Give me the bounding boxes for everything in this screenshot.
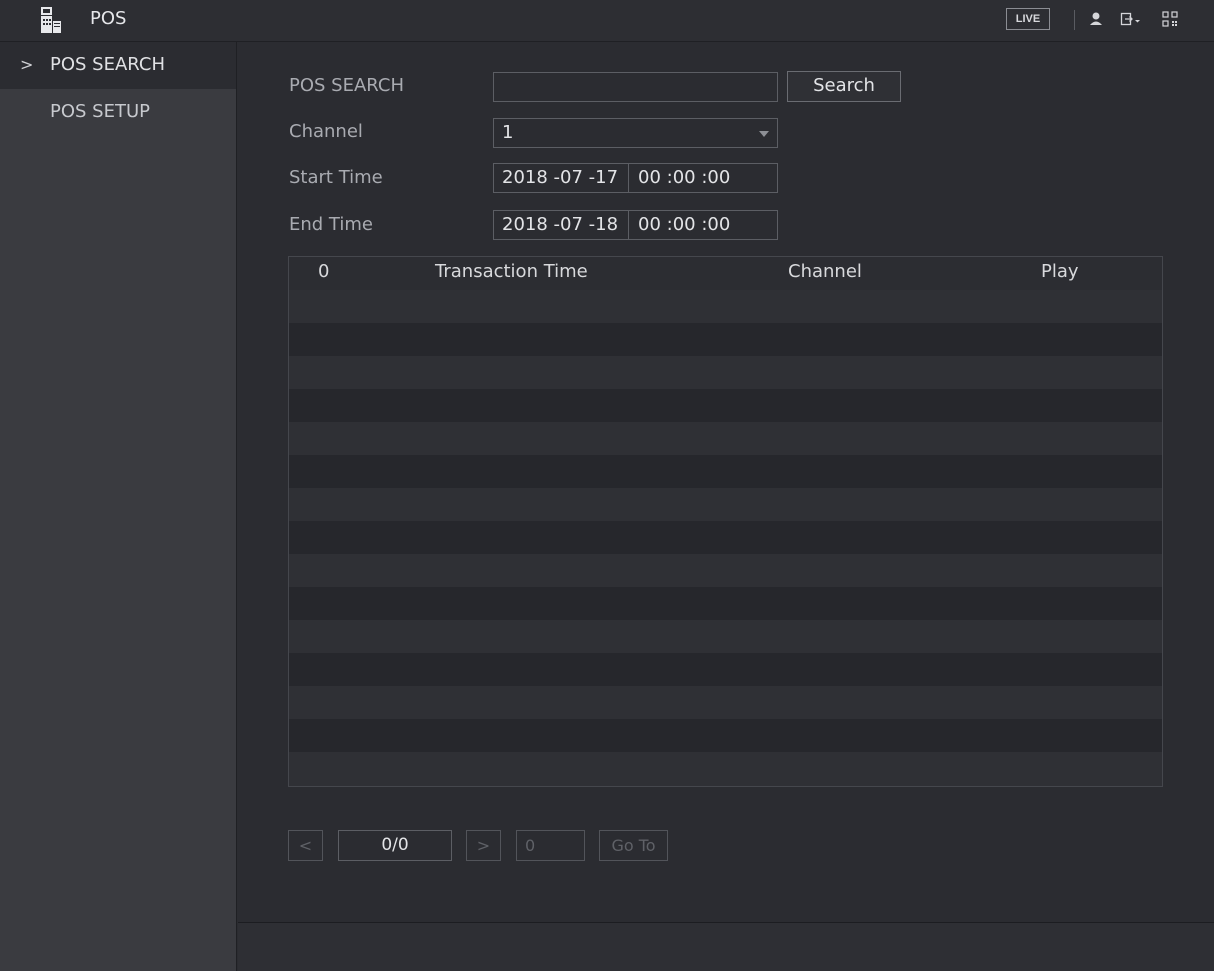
logout-icon[interactable] <box>1120 11 1142 27</box>
table-row[interactable] <box>289 554 1162 587</box>
qr-code-icon[interactable] <box>1162 11 1178 27</box>
chevron-down-icon <box>759 131 769 137</box>
table-row[interactable] <box>289 587 1162 620</box>
table-header: 0 Transaction Time Channel Play <box>289 257 1162 290</box>
app-title: POS <box>90 8 127 29</box>
toolbar-divider <box>1074 10 1075 30</box>
pos-terminal-icon <box>40 5 62 35</box>
table-row[interactable] <box>289 455 1162 488</box>
table-row[interactable] <box>289 389 1162 422</box>
channel-label: Channel <box>289 121 363 142</box>
table-row[interactable] <box>289 323 1162 356</box>
start-time-label: Start Time <box>289 167 383 188</box>
footer-bar <box>238 923 1214 971</box>
table-row[interactable] <box>289 752 1162 786</box>
table-row[interactable] <box>289 653 1162 686</box>
end-time-label: End Time <box>289 214 373 235</box>
sidebar-item-label: POS SEARCH <box>50 54 165 75</box>
user-icon[interactable] <box>1088 11 1104 27</box>
table-row[interactable] <box>289 686 1162 719</box>
table-row[interactable] <box>289 719 1162 752</box>
sidebar-item-label: POS SETUP <box>50 101 150 122</box>
column-header-play: Play <box>1041 261 1079 282</box>
prev-page-button[interactable]: < <box>288 830 323 861</box>
top-bar: POS LIVE <box>0 0 1214 42</box>
page-indicator: 0/0 <box>338 830 452 861</box>
start-time-field: 2018 -07 -17 00 :00 :00 <box>493 163 778 193</box>
goto-button[interactable]: Go To <box>599 830 668 861</box>
chevron-right-icon: > <box>20 55 34 74</box>
column-header-transaction-time: Transaction Time <box>435 261 588 282</box>
next-page-button[interactable]: > <box>466 830 501 861</box>
results-table: 0 Transaction Time Channel Play <box>288 256 1163 787</box>
goto-page-input[interactable]: 0 <box>516 830 585 861</box>
search-button[interactable]: Search <box>787 71 901 102</box>
sidebar: > POS SEARCH POS SETUP <box>0 42 237 971</box>
pos-search-input[interactable] <box>493 72 778 102</box>
pos-search-label: POS SEARCH <box>289 75 404 96</box>
table-row[interactable] <box>289 488 1162 521</box>
table-row[interactable] <box>289 521 1162 554</box>
end-time-input[interactable]: 00 :00 :00 <box>638 214 730 235</box>
field-divider <box>628 211 629 239</box>
column-header-count: 0 <box>318 261 330 282</box>
table-row[interactable] <box>289 356 1162 389</box>
field-divider <box>628 164 629 192</box>
channel-value: 1 <box>502 122 514 143</box>
end-time-field: 2018 -07 -18 00 :00 :00 <box>493 210 778 240</box>
start-date-input[interactable]: 2018 -07 -17 <box>502 167 618 188</box>
column-header-channel: Channel <box>788 261 862 282</box>
live-button[interactable]: LIVE <box>1006 8 1050 30</box>
sidebar-item-pos-setup[interactable]: POS SETUP <box>0 89 236 136</box>
channel-select[interactable]: 1 <box>493 118 778 148</box>
sidebar-item-pos-search[interactable]: > POS SEARCH <box>0 42 236 89</box>
table-row[interactable] <box>289 620 1162 653</box>
start-time-input[interactable]: 00 :00 :00 <box>638 167 730 188</box>
table-row[interactable] <box>289 290 1162 323</box>
end-date-input[interactable]: 2018 -07 -18 <box>502 214 618 235</box>
table-row[interactable] <box>289 422 1162 455</box>
